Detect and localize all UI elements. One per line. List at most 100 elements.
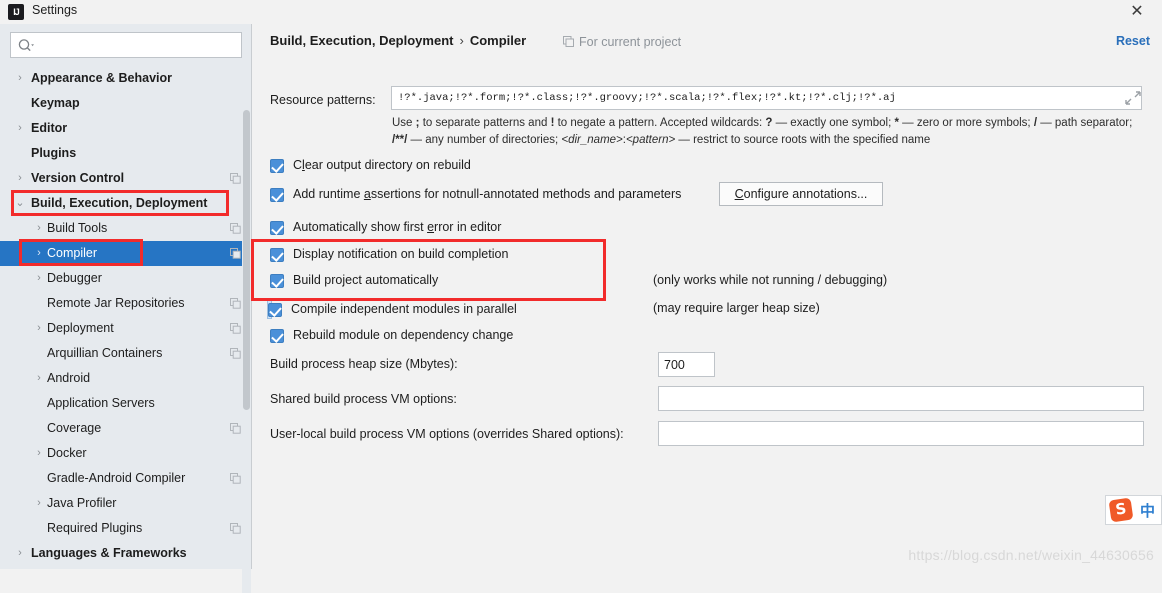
sidebar-item-remote-jar-repositories[interactable]: Remote Jar Repositories xyxy=(0,291,251,316)
scope-indicator: For current project xyxy=(563,35,681,49)
sidebar-item-label: Android xyxy=(47,371,91,385)
sidebar-scrollbar-thumb[interactable] xyxy=(243,110,250,410)
checkbox-checked-icon[interactable] xyxy=(270,221,284,235)
checkbox-label-pre: Rebuild module on dependency change xyxy=(293,328,514,342)
checkbox-row-compile-independent-modules-in-parallel[interactable]: Compile independent modules in parallel xyxy=(267,299,517,319)
sidebar-item-label: Deployment xyxy=(47,321,114,335)
watermark: https://blog.csdn.net/weixin_44630656 xyxy=(908,547,1154,563)
sidebar-item-label: Build, Execution, Deployment xyxy=(31,196,208,210)
breadcrumb-separator: › xyxy=(459,33,464,48)
checkbox-checked-icon[interactable] xyxy=(270,329,284,343)
configure-annotations-button[interactable]: Configure annotations... xyxy=(719,182,883,206)
breadcrumb-root[interactable]: Build, Execution, Deployment xyxy=(270,33,453,48)
search-box[interactable] xyxy=(10,32,242,58)
resource-patterns-input[interactable] xyxy=(391,86,1142,110)
sidebar-item-label: Remote Jar Repositories xyxy=(47,296,185,310)
sidebar-item-label: Required Plugins xyxy=(47,521,143,535)
hint-globstar: /**/ xyxy=(392,134,408,146)
sidebar-item-deployment[interactable]: › Deployment xyxy=(0,316,251,341)
checkbox-label: Compile independent modules in parallel xyxy=(291,302,517,316)
sidebar-item-coverage[interactable]: Coverage xyxy=(0,416,251,441)
sidebar-item-languages-frameworks[interactable]: › Languages & Frameworks xyxy=(0,541,251,566)
sidebar-item-debugger[interactable]: › Debugger xyxy=(0,266,251,291)
chevron-right-icon[interactable]: › xyxy=(33,441,45,466)
search-input[interactable] xyxy=(39,33,237,57)
checkbox-label-post: ear output directory on rebuild xyxy=(304,158,471,172)
sidebar-item-label: Docker xyxy=(47,446,87,460)
checkbox-checked-icon[interactable] xyxy=(270,274,284,288)
user-local-vm-options-input[interactable] xyxy=(658,421,1144,446)
sogou-icon[interactable]: S xyxy=(1108,497,1134,523)
checkbox-label: Rebuild module on dependency change xyxy=(293,328,513,342)
chevron-right-icon[interactable]: › xyxy=(14,116,26,141)
sidebar-item-arquillian-containers[interactable]: Arquillian Containers xyxy=(0,341,251,366)
settings-tree[interactable]: › Appearance & Behavior Keymap › Editor Plugi… xyxy=(0,66,251,566)
breadcrumb-leaf: Compiler xyxy=(469,33,527,48)
checkbox-checked-icon[interactable] xyxy=(268,303,282,317)
checkbox-checked-icon[interactable] xyxy=(270,159,284,173)
heap-size-input[interactable] xyxy=(658,352,715,377)
configure-annotations-label: onfigure annotations... xyxy=(743,187,868,201)
sidebar-item-application-servers[interactable]: Application Servers xyxy=(0,391,251,416)
breadcrumb: Build, Execution, Deployment › Compiler xyxy=(270,33,526,48)
user-local-vm-options-label: User-local build process VM options (ove… xyxy=(270,427,624,441)
scope-label: For current project xyxy=(579,35,682,49)
sidebar-item-java-profiler[interactable]: › Java Profiler xyxy=(0,491,251,516)
expand-icon[interactable] xyxy=(1122,86,1144,110)
sogou-ime-indicator[interactable]: S 中 xyxy=(1104,495,1162,525)
sidebar-item-build-execution-deployment[interactable]: ⌄ Build, Execution, Deployment xyxy=(0,191,251,216)
sidebar-item-gradle-android-compiler[interactable]: Gradle-Android Compiler xyxy=(0,466,251,491)
chevron-right-icon[interactable]: › xyxy=(14,541,26,566)
ime-mode-label[interactable]: 中 xyxy=(1140,500,1155,521)
sidebar-item-plugins[interactable]: Plugins xyxy=(0,141,251,166)
hint-question-desc: — exactly one symbol; xyxy=(772,117,895,129)
checkbox-label-mnemonic: a xyxy=(363,187,371,201)
sidebar-item-label: Coverage xyxy=(47,421,102,435)
chevron-right-icon[interactable]: › xyxy=(33,266,45,291)
copy-settings-icon xyxy=(230,423,241,434)
close-icon[interactable]: ✕ xyxy=(1126,2,1148,22)
sidebar-item-keymap[interactable]: Keymap xyxy=(0,91,251,116)
sidebar-item-label: Plugins xyxy=(31,146,77,160)
chevron-right-icon[interactable]: › xyxy=(33,491,45,516)
chevron-right-icon[interactable]: › xyxy=(14,166,26,191)
chevron-right-icon[interactable]: › xyxy=(33,216,45,241)
sidebar-item-version-control[interactable]: › Version Control xyxy=(0,166,251,191)
sidebar-item-label: Build Tools xyxy=(47,221,108,235)
shared-vm-options-input[interactable] xyxy=(658,386,1144,411)
search-icon xyxy=(18,39,34,52)
chevron-right-icon[interactable]: › xyxy=(33,316,45,341)
sidebar-item-label: Keymap xyxy=(31,96,80,110)
checkbox-checked-icon[interactable] xyxy=(270,248,284,262)
chevron-down-icon[interactable]: ⌄ xyxy=(14,191,26,216)
chevron-right-icon[interactable]: › xyxy=(33,366,45,391)
title-bar: IJ Settings ✕ xyxy=(0,0,1162,24)
checkbox-label-post: rror in editor xyxy=(434,220,502,234)
copy-settings-icon xyxy=(230,473,241,484)
settings-content-panel: Build, Execution, Deployment › Compiler Fo… xyxy=(253,24,1162,569)
sidebar-item-label: Application Servers xyxy=(47,396,155,410)
chevron-right-icon[interactable]: › xyxy=(14,66,26,91)
window-title: Settings xyxy=(32,3,78,17)
checkbox-label-pre: Automatically show first xyxy=(293,220,428,234)
checkbox-checked-icon[interactable] xyxy=(270,188,284,202)
sidebar-item-compiler[interactable]: › Compiler xyxy=(0,241,251,266)
intellij-idea-icon: IJ xyxy=(8,4,24,20)
chevron-right-icon[interactable]: › xyxy=(33,241,45,266)
hint-pre: Use xyxy=(392,117,416,129)
reset-button[interactable]: Reset xyxy=(1116,34,1150,48)
sidebar-scrollbar-track[interactable] xyxy=(242,66,251,593)
sidebar-item-label: Java Profiler xyxy=(47,496,117,510)
sidebar-item-appearance-behavior[interactable]: › Appearance & Behavior xyxy=(0,66,251,91)
sidebar-item-label: Languages & Frameworks xyxy=(31,546,187,560)
hint-mid: to separate patterns and xyxy=(419,117,551,129)
sidebar-item-android[interactable]: › Android xyxy=(0,366,251,391)
sidebar-item-docker[interactable]: › Docker xyxy=(0,441,251,466)
copy-settings-icon xyxy=(230,223,241,234)
sidebar-item-editor[interactable]: › Editor xyxy=(0,116,251,141)
sidebar-item-build-tools[interactable]: › Build Tools xyxy=(0,216,251,241)
sidebar-item-required-plugins[interactable]: Required Plugins xyxy=(0,516,251,541)
hint-pattern: <pattern> xyxy=(625,134,676,146)
